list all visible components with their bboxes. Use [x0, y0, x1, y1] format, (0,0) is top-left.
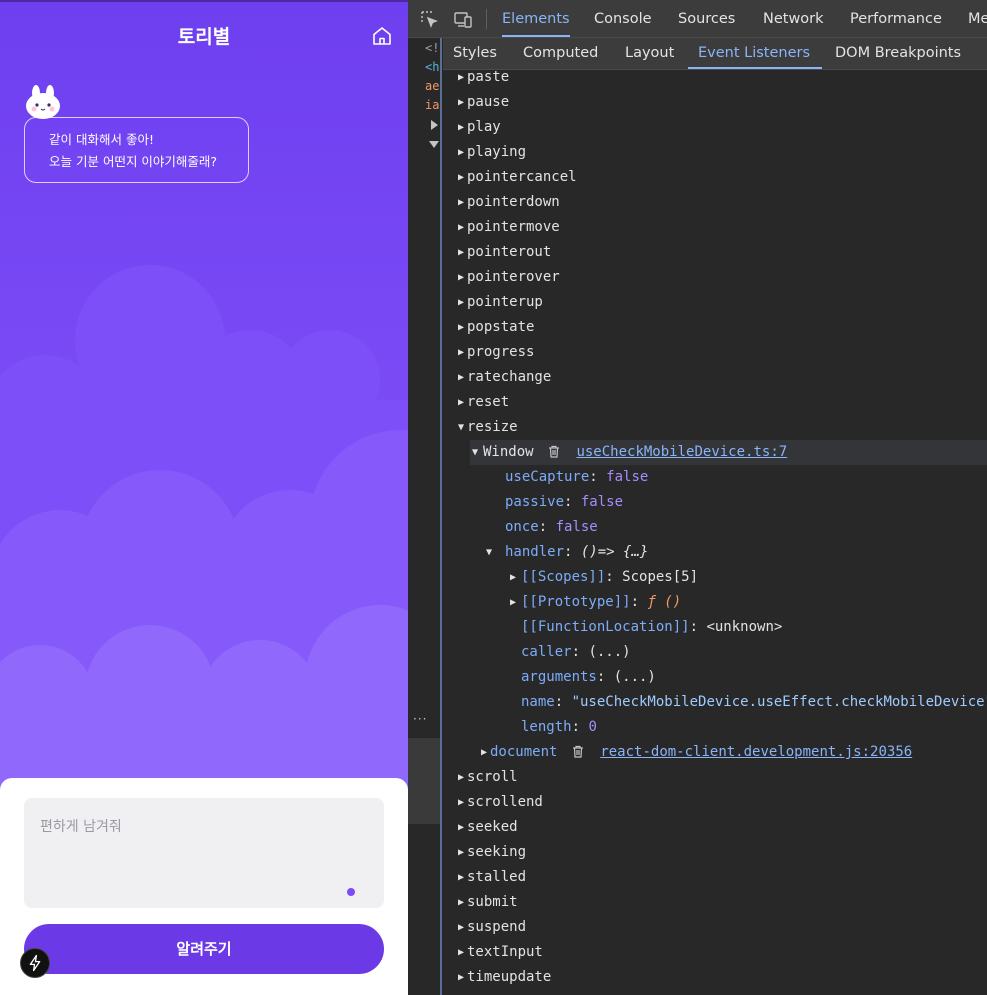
submit-button[interactable]: 알려주기 — [24, 924, 384, 974]
listener-target: document — [490, 744, 558, 760]
expand-triangle-icon[interactable]: ▶ — [458, 165, 464, 190]
tab-console[interactable]: Console — [594, 0, 652, 38]
expand-triangle-icon[interactable]: ▶ — [458, 265, 464, 290]
message-input[interactable]: 편하게 남겨줘 — [24, 798, 384, 908]
expand-triangle-icon[interactable]: ▶ — [458, 790, 464, 815]
source-link[interactable]: useCheckMobileDevice.ts:7 — [576, 444, 787, 460]
dom-fragment: ia — [425, 98, 440, 112]
more-options-icon[interactable]: ··· — [413, 712, 427, 726]
source-link[interactable]: react-dom-client.development.js:20356 — [600, 744, 912, 760]
input-placeholder: 편하게 남겨줘 — [40, 819, 122, 835]
dom-tree-gutter: <! <h ae ia ··· — [408, 38, 442, 995]
devtools-toolbar: Elements Console Sources Network Perform… — [408, 0, 987, 38]
expand-triangle-icon[interactable]: ▶ — [458, 90, 464, 115]
expand-triangle-icon[interactable]: ▶ — [510, 590, 516, 615]
listener-prop: useCapture: false — [505, 469, 649, 485]
expand-triangle-icon[interactable]: ▶ — [458, 890, 464, 915]
speech-bubble: 같이 대화해서 좋아! 오늘 기분 어떤지 이야기해줄래? — [24, 117, 249, 183]
collapse-triangle-icon[interactable]: ▼ — [472, 440, 478, 465]
device-toolbar-icon[interactable] — [453, 9, 473, 29]
expand-triangle-icon[interactable]: ▶ — [458, 865, 464, 890]
devtools-panel: Elements Console Sources Network Perform… — [408, 0, 987, 995]
cursor-dot-icon — [347, 888, 355, 896]
caller-row[interactable]: caller: (...) — [521, 640, 631, 665]
expand-triangle-icon[interactable]: ▶ — [458, 340, 464, 365]
dom-fragment: ae — [425, 79, 440, 93]
listener-prop: passive: false — [505, 494, 624, 510]
expand-triangle-icon[interactable]: ▶ — [510, 565, 516, 590]
tab-sources[interactable]: Sources — [678, 0, 735, 38]
expand-triangle-icon[interactable]: ▶ — [458, 390, 464, 415]
expand-triangle-icon[interactable] — [430, 120, 439, 130]
expand-triangle-icon[interactable]: ▶ — [458, 765, 464, 790]
expand-triangle-icon[interactable]: ▶ — [458, 215, 464, 240]
event-listener-list: ▶ paste ▶ pause ▶ play ▶ playing ▶ pointercan… — [443, 65, 987, 995]
bunny-mascot-icon — [26, 85, 60, 119]
tab-network[interactable]: Network — [763, 0, 824, 38]
listener-prop: once: false — [505, 519, 598, 535]
toolbar-separator — [486, 9, 487, 29]
tab-memory[interactable]: Me — [968, 0, 987, 38]
expand-triangle-icon[interactable]: ▶ — [458, 940, 464, 965]
expand-triangle-icon[interactable]: ▶ — [458, 315, 464, 340]
expand-triangle-icon[interactable]: ▶ — [458, 840, 464, 865]
expand-triangle-icon[interactable]: ▶ — [458, 140, 464, 165]
tab-performance[interactable]: Performance — [850, 0, 942, 38]
app-title: 토리별 — [177, 26, 231, 48]
expand-triangle-icon[interactable]: ▶ — [458, 290, 464, 315]
expand-triangle-icon[interactable]: ▶ — [458, 965, 464, 990]
collapse-triangle-icon[interactable] — [429, 140, 439, 149]
selected-node-highlight — [408, 738, 440, 824]
listener-target: Window — [483, 444, 534, 460]
bottom-sheet: 편하게 남겨줘 알려주기 — [0, 778, 408, 995]
length-row: length: 0 — [521, 719, 597, 735]
name-row: name: "useCheckMobileDevice.useEffect.ch… — [521, 694, 987, 710]
mobile-app-preview: 토리별 같이 대화해서 좋아! 오늘 기분 어떤지 이야기해줄래? 편하게 남겨… — [0, 0, 408, 995]
home-icon[interactable] — [370, 24, 394, 48]
expand-triangle-icon[interactable]: ▶ — [458, 915, 464, 940]
trash-icon[interactable] — [572, 745, 584, 758]
trash-icon[interactable] — [548, 445, 560, 458]
collapse-triangle-icon[interactable]: ▼ — [486, 540, 492, 565]
tab-elements[interactable]: Elements — [502, 0, 570, 38]
bubble-line-1: 같이 대화해서 좋아! — [49, 132, 154, 147]
expand-triangle-icon[interactable]: ▶ — [458, 190, 464, 215]
collapse-triangle-icon[interactable]: ▼ — [458, 415, 464, 440]
listener-window[interactable]: ▼ Window useCheckMobileDevice.ts:7 — [470, 440, 987, 465]
dom-fragment: <! — [425, 41, 440, 55]
expand-triangle-icon[interactable]: ▶ — [458, 240, 464, 265]
expand-triangle-icon[interactable]: ▶ — [458, 365, 464, 390]
bubble-line-2: 오늘 기분 어떤지 이야기해줄래? — [49, 154, 218, 169]
function-location-row: [[FunctionLocation]]: <unknown> — [521, 619, 783, 635]
expand-triangle-icon[interactable]: ▶ — [458, 815, 464, 840]
expand-triangle-icon[interactable]: ▶ — [458, 65, 464, 90]
lightning-icon[interactable] — [20, 948, 50, 978]
expand-triangle-icon[interactable]: ▶ — [481, 740, 487, 765]
expand-triangle-icon[interactable]: ▶ — [458, 115, 464, 140]
arguments-row[interactable]: arguments: (...) — [521, 665, 656, 690]
dom-fragment: <h — [425, 60, 440, 74]
inspect-element-icon[interactable] — [419, 9, 439, 29]
